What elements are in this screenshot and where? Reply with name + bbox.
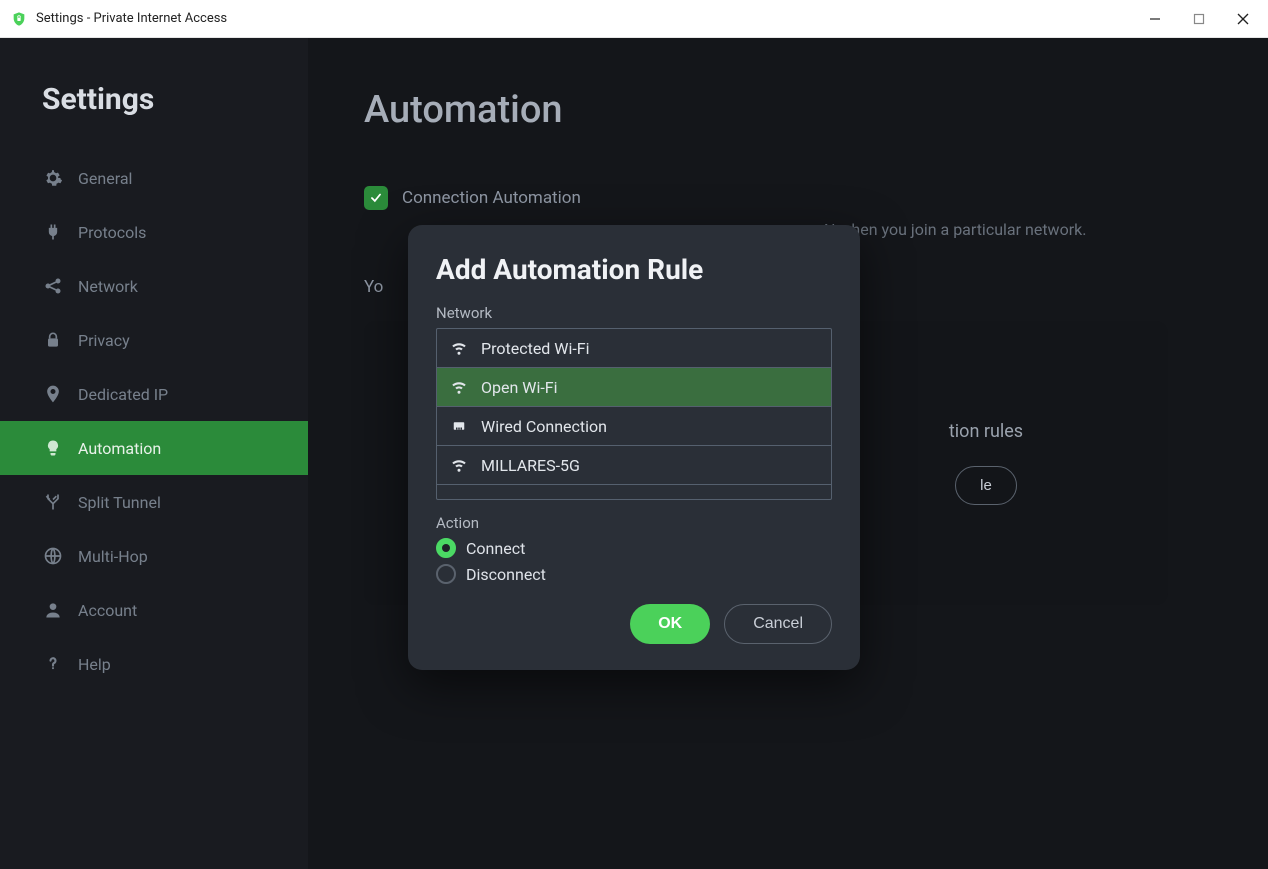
- network-option-wired[interactable]: Wired Connection: [437, 407, 831, 446]
- sidebar-item-label: Privacy: [78, 331, 130, 350]
- settings-sidebar: Settings General Protocols Network Priva…: [0, 38, 308, 869]
- ethernet-icon: [449, 416, 469, 436]
- network-option-label: MILLARES-5G: [481, 456, 580, 475]
- split-icon: [42, 491, 64, 513]
- window-controls: [1146, 10, 1258, 28]
- sidebar-item-label: General: [78, 169, 132, 188]
- radio-on-icon: [436, 538, 456, 558]
- network-option-open-wifi[interactable]: Open Wi-Fi: [437, 368, 831, 407]
- network-option-label: Open Wi-Fi: [481, 378, 558, 397]
- sidebar-item-general[interactable]: General: [0, 151, 308, 205]
- lightbulb-icon: [42, 437, 64, 459]
- sidebar-item-multi-hop[interactable]: Multi-Hop: [0, 529, 308, 583]
- close-button[interactable]: [1234, 10, 1252, 28]
- network-label: Network: [436, 304, 832, 322]
- sidebar-item-label: Account: [78, 601, 137, 620]
- ok-button[interactable]: OK: [630, 604, 710, 644]
- wifi-icon: [449, 377, 469, 397]
- globe-icon: [42, 545, 64, 567]
- window-titlebar: Settings - Private Internet Access: [0, 0, 1268, 38]
- action-option-label: Disconnect: [466, 565, 546, 584]
- sidebar-item-label: Automation: [78, 439, 161, 458]
- maximize-button[interactable]: [1190, 10, 1208, 28]
- network-option-label: Wired Connection: [481, 417, 607, 436]
- sidebar-item-label: Multi-Hop: [78, 547, 148, 566]
- wifi-icon: [449, 455, 469, 475]
- radio-off-icon: [436, 564, 456, 584]
- sidebar-item-network[interactable]: Network: [0, 259, 308, 313]
- sidebar-item-privacy[interactable]: Privacy: [0, 313, 308, 367]
- sidebar-title: Settings: [0, 82, 308, 151]
- action-label: Action: [436, 514, 832, 532]
- sidebar-item-label: Help: [78, 655, 111, 674]
- lock-icon: [42, 329, 64, 351]
- window-title: Settings - Private Internet Access: [36, 11, 227, 26]
- sidebar-item-help[interactable]: Help: [0, 637, 308, 691]
- minimize-button[interactable]: [1146, 10, 1164, 28]
- action-option-label: Connect: [466, 539, 525, 558]
- dialog-title: Add Automation Rule: [436, 253, 832, 286]
- page-title: Automation: [364, 88, 1212, 132]
- network-option-millares-5g[interactable]: MILLARES-5G: [437, 446, 831, 485]
- no-rules-text: tion rules: [949, 421, 1023, 442]
- cancel-button[interactable]: Cancel: [724, 604, 832, 644]
- sidebar-item-automation[interactable]: Automation: [0, 421, 308, 475]
- app-shield-icon: [10, 10, 28, 28]
- action-option-connect[interactable]: Connect: [436, 538, 832, 558]
- user-icon: [42, 599, 64, 621]
- sidebar-item-account[interactable]: Account: [0, 583, 308, 637]
- wifi-lock-icon: [449, 338, 469, 358]
- share-nodes-icon: [42, 275, 64, 297]
- sidebar-item-label: Network: [78, 277, 138, 296]
- add-rule-button[interactable]: le: [955, 466, 1017, 505]
- sidebar-item-label: Protocols: [78, 223, 146, 242]
- sidebar-item-label: Split Tunnel: [78, 493, 161, 512]
- plug-icon: [42, 221, 64, 243]
- sidebar-item-dedicated-ip[interactable]: Dedicated IP: [0, 367, 308, 421]
- question-icon: [42, 653, 64, 675]
- network-list-spacer: [437, 485, 831, 499]
- gear-icon: [42, 167, 64, 189]
- network-option-label: Protected Wi-Fi: [481, 339, 590, 358]
- add-automation-rule-dialog: Add Automation Rule Network Protected Wi…: [408, 225, 860, 670]
- connection-automation-label: Connection Automation: [402, 188, 581, 208]
- ip-pin-icon: [42, 383, 64, 405]
- action-option-disconnect[interactable]: Disconnect: [436, 564, 832, 584]
- sidebar-item-protocols[interactable]: Protocols: [0, 205, 308, 259]
- connection-automation-checkbox[interactable]: [364, 186, 388, 210]
- sidebar-item-label: Dedicated IP: [78, 385, 168, 404]
- sidebar-item-split-tunnel[interactable]: Split Tunnel: [0, 475, 308, 529]
- network-option-protected-wifi[interactable]: Protected Wi-Fi: [437, 329, 831, 368]
- network-list: Protected Wi-Fi Open Wi-Fi Wired Connect…: [436, 328, 832, 500]
- connection-automation-description: N when you join a particular network.: [824, 220, 1268, 239]
